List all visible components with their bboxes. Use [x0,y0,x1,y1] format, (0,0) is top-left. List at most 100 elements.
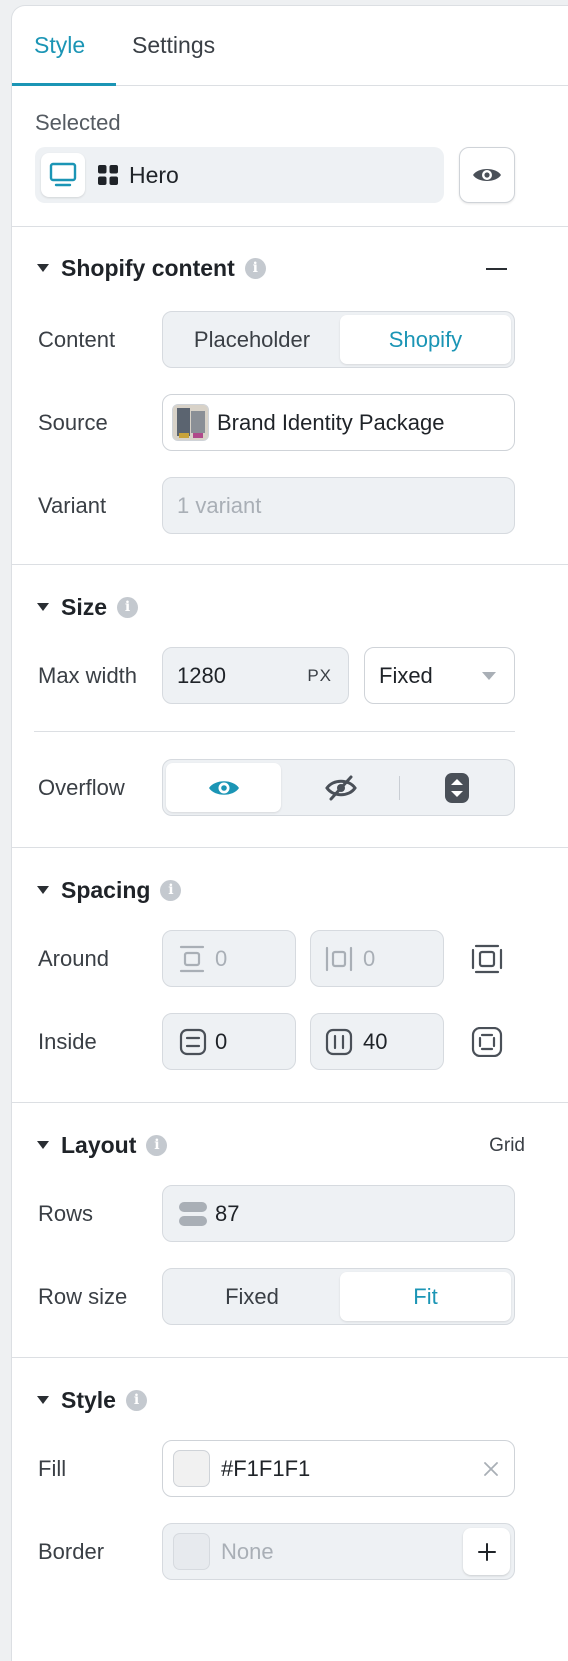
margin-horizontal-icon [325,946,353,972]
padding-horizontal-input[interactable]: 40 [310,1013,444,1070]
fill-input[interactable]: #F1F1F1 [162,1440,515,1497]
layout-title: Layout [61,1131,137,1158]
selected-label: Selected [35,110,121,135]
info-icon[interactable]: i [244,257,266,279]
padding-horizontal-value: 40 [363,1029,388,1054]
row-size-option-fit[interactable]: Fit [340,1272,511,1321]
caret-down-icon [37,1141,49,1149]
padding-vertical-icon [179,1028,207,1056]
margin-horizontal-value: 0 [363,946,376,971]
fill-value: #F1F1F1 [221,1456,311,1481]
content-option-placeholder[interactable]: Placeholder [166,315,338,364]
spacing-section: Spacing i Around 0 0 Inside 0 40 [12,848,568,1103]
info-icon[interactable]: i [146,1134,168,1156]
selected-section: Selected Hero [12,86,568,227]
padding-vertical-input[interactable]: 0 [162,1013,296,1070]
chevron-down-icon [482,672,496,680]
clear-icon[interactable] [484,1462,498,1476]
eye-icon [208,780,239,795]
scroll-icon [444,772,469,803]
margin-vertical-value: 0 [215,946,228,971]
fill-color-swatch[interactable] [173,1450,210,1487]
eye-slash-icon [324,775,357,800]
caret-down-icon [37,264,49,272]
info-icon[interactable]: i [125,1389,147,1411]
max-width-value: 1280 [177,663,226,688]
overflow-segmented-control [162,759,515,816]
visibility-toggle-button[interactable] [459,147,515,203]
size-header[interactable]: Size i [37,592,139,622]
shopify-content-title: Shopify content [61,254,235,281]
unit-label[interactable]: PX [307,666,332,686]
tab-style[interactable]: Style [34,32,85,59]
padding-vertical-value: 0 [215,1029,228,1054]
style-header[interactable]: Style i [37,1385,147,1415]
padding-all-icon[interactable] [471,1027,503,1057]
source-value: Brand Identity Package [217,410,445,435]
border-color-swatch[interactable] [173,1533,210,1570]
size-section: Size i Max width 1280 PX Fixed Overflow [12,565,568,848]
width-mode-value: Fixed [379,663,433,688]
eye-icon [473,169,501,181]
style-section: Style i Fill #F1F1F1 Border None [12,1358,568,1618]
overflow-scroll-option[interactable] [400,763,513,812]
overflow-hidden-option[interactable] [283,763,398,812]
max-width-input[interactable]: 1280 PX [162,647,349,704]
border-label: Border [38,1539,105,1564]
shopify-content-header[interactable]: Shopify content i [37,253,266,283]
rows-value: 87 [215,1201,240,1226]
caret-down-icon [37,603,49,611]
row-size-option-fixed[interactable]: Fixed [166,1272,338,1321]
size-title: Size [61,593,108,620]
overflow-label: Overflow [38,775,125,800]
tab-settings[interactable]: Settings [132,32,215,59]
overflow-visible-option[interactable] [166,763,281,812]
spacing-title: Spacing [61,876,151,903]
row-size-label: Row size [38,1284,128,1309]
inside-label: Inside [38,1029,97,1054]
info-icon[interactable]: i [117,596,139,618]
selected-element-name: Hero [129,162,179,188]
max-width-label: Max width [38,663,138,688]
layout-type[interactable]: Grid [489,1135,525,1157]
content-label: Content [38,327,116,352]
selected-element-box[interactable]: Hero [35,147,444,203]
layout-header[interactable]: Layout i [37,1130,168,1160]
panel-tabs: Style Settings [12,6,568,86]
margin-vertical-icon [179,945,205,973]
around-label: Around [38,946,109,971]
style-panel: Style Settings Selected Hero Shopify con… [11,5,568,1661]
padding-horizontal-icon [325,1028,353,1056]
border-input[interactable]: None [162,1523,515,1580]
variant-label: Variant [38,493,107,518]
layout-section: Layout i Grid Rows 87 Row size Fixed Fit [12,1103,568,1358]
add-border-button[interactable] [463,1528,510,1575]
shopify-content-section: Shopify content i Content Placeholder Sh… [12,227,568,565]
section-grid-icon [98,165,118,190]
content-segmented-control: Placeholder Shopify [162,311,515,368]
minus-icon[interactable] [486,268,507,270]
caret-down-icon [37,886,49,894]
rows-input[interactable]: 87 [162,1185,515,1242]
style-title: Style [61,1386,116,1413]
rows-label: Rows [38,1201,94,1226]
source-field[interactable]: Brand Identity Package [162,394,515,451]
width-mode-select[interactable]: Fixed [364,647,515,704]
info-icon[interactable]: i [160,879,182,901]
border-value: None [221,1539,274,1564]
plus-icon [477,1542,496,1561]
desktop-icon[interactable] [41,153,85,197]
row-size-segmented-control: Fixed Fit [162,1268,515,1325]
margin-vertical-input[interactable]: 0 [162,930,296,987]
variant-placeholder: 1 variant [177,493,262,518]
source-label: Source [38,410,108,435]
size-divider [34,731,515,732]
spacing-header[interactable]: Spacing i [37,875,182,905]
margin-horizontal-input[interactable]: 0 [310,930,444,987]
fill-label: Fill [38,1456,67,1481]
margin-all-icon[interactable] [471,944,503,974]
content-option-shopify[interactable]: Shopify [340,315,511,364]
caret-down-icon [37,1396,49,1404]
variant-field[interactable]: 1 variant [162,477,515,534]
rows-icon [179,1202,207,1226]
